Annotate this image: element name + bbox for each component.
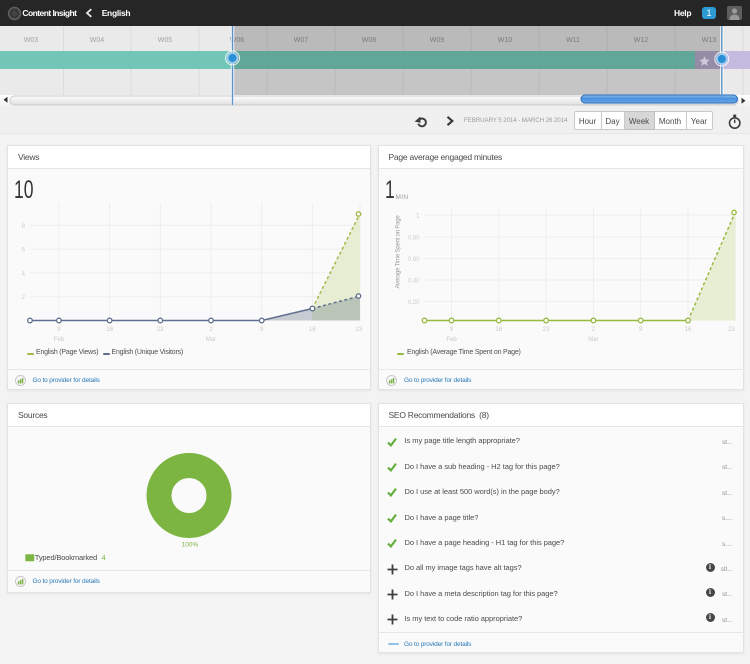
svg-text:0.20: 0.20: [407, 300, 419, 306]
svg-text:W10: W10: [498, 37, 513, 44]
svg-text:Typed/Bookmarked: Typed/Bookmarked: [35, 553, 97, 562]
svg-text:Feb: Feb: [446, 337, 457, 343]
svg-text:16: 16: [495, 327, 502, 333]
svg-text:W03: W03: [24, 37, 39, 44]
svg-text:6: 6: [22, 248, 26, 254]
svg-text:1: 1: [416, 214, 420, 220]
svg-text:Mar: Mar: [206, 337, 216, 343]
svg-text:W07: W07: [294, 37, 309, 44]
svg-text:16: 16: [106, 327, 113, 333]
svg-text:Mar: Mar: [588, 337, 598, 343]
svg-text:W11: W11: [566, 37, 580, 44]
svg-text:23: 23: [356, 327, 363, 333]
svg-text:W04: W04: [90, 37, 105, 44]
svg-text:0.60: 0.60: [407, 257, 419, 263]
svg-text:0.80: 0.80: [407, 236, 419, 242]
svg-text:16: 16: [684, 327, 691, 333]
svg-text:100%: 100%: [182, 542, 199, 549]
svg-text:9: 9: [639, 327, 643, 333]
svg-text:Average Time Spent on Page: Average Time Spent on Page: [395, 215, 401, 289]
svg-text:9: 9: [260, 327, 264, 333]
svg-text:23: 23: [542, 327, 549, 333]
svg-text:4: 4: [102, 553, 106, 562]
svg-text:W12: W12: [634, 37, 649, 44]
svg-text:16: 16: [309, 327, 316, 333]
svg-text:W09: W09: [430, 37, 445, 44]
svg-text:23: 23: [728, 327, 735, 333]
svg-text:0.40: 0.40: [407, 279, 419, 285]
svg-text:Feb: Feb: [54, 337, 65, 343]
svg-text:2: 2: [22, 295, 26, 301]
svg-text:9: 9: [57, 327, 61, 333]
svg-text:2: 2: [591, 327, 595, 333]
svg-text:W05: W05: [158, 37, 173, 44]
svg-text:23: 23: [157, 327, 164, 333]
svg-text:W13: W13: [702, 37, 717, 44]
svg-text:2: 2: [209, 327, 213, 333]
svg-text:8: 8: [22, 224, 26, 230]
svg-text:4: 4: [22, 271, 26, 277]
svg-text:W08: W08: [362, 37, 377, 44]
svg-text:9: 9: [449, 327, 453, 333]
